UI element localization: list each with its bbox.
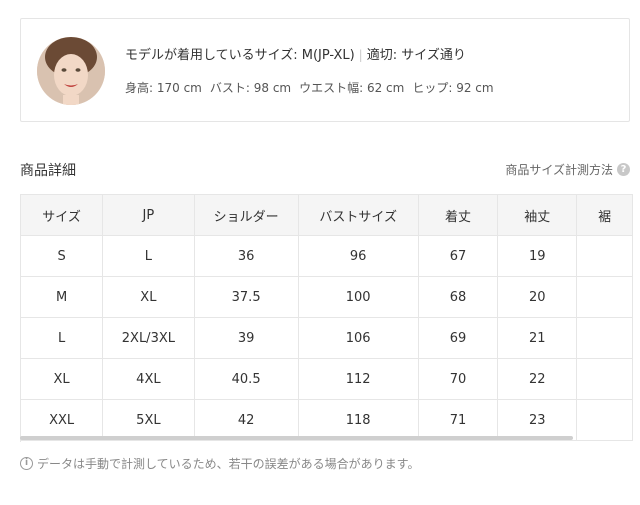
table-cell: [576, 399, 633, 441]
model-bust: バスト: 98 cm: [209, 81, 292, 95]
model-avatar: [37, 37, 105, 105]
header-length: 着丈: [418, 195, 499, 236]
table-cell: 67: [418, 235, 499, 277]
table-cell: 42: [194, 399, 299, 441]
table-cell: [576, 235, 633, 277]
table-row: L 2XL/3XL 39 106 69 21: [21, 317, 633, 359]
measurement-note-text: データは手動で計測しているため、若干の誤差がある場合があります。: [37, 457, 420, 471]
table-cell: 112: [298, 358, 419, 400]
info-circle-icon: i: [20, 457, 33, 470]
table-header-row: サイズ JP ショルダー バストサイズ 着丈 袖丈 裾: [21, 195, 633, 236]
size-table-scroll-area[interactable]: サイズ JP ショルダー バストサイズ 着丈 袖丈 裾 S L 36 96 67…: [20, 194, 633, 442]
table-cell: 37.5: [194, 276, 299, 318]
table-cell: L: [21, 317, 104, 359]
table-cell: 118: [298, 399, 419, 441]
table-cell: 106: [298, 317, 419, 359]
model-size-label: モデルが着用しているサイズ: M(JP-XL): [125, 48, 355, 63]
table-cell: 4XL: [102, 358, 195, 400]
table-cell: XL: [21, 358, 104, 400]
table-cell: 22: [497, 358, 578, 400]
table-row: XXL 5XL 42 118 71 23: [21, 399, 633, 441]
section-title: 商品詳細: [20, 163, 76, 179]
header-shoulder: ショルダー: [194, 195, 299, 236]
table-cell: XL: [102, 276, 195, 318]
size-guide-link[interactable]: 商品サイズ計測方法 ?: [505, 161, 630, 178]
table-cell: 21: [497, 317, 578, 359]
table-cell: 5XL: [102, 399, 195, 441]
table-cell: 19: [497, 235, 578, 277]
separator: |: [358, 48, 363, 62]
table-cell: 40.5: [194, 358, 299, 400]
model-measurements: 身高: 170 cm バスト: 98 cm ウエスト幅: 62 cm ヒップ: 92 …: [125, 79, 502, 96]
table-cell: [576, 317, 633, 359]
measurement-note: i データは手動で計測しているため、若干の誤差がある場合があります。: [20, 455, 419, 472]
table-cell: [576, 358, 633, 400]
table-cell: 2XL/3XL: [102, 317, 195, 359]
table-cell: 70: [418, 358, 499, 400]
header-jp: JP: [102, 195, 195, 236]
table-cell: 20: [497, 276, 578, 318]
table-row: XL 4XL 40.5 112 70 22: [21, 358, 633, 400]
table-row: S L 36 96 67 19: [21, 235, 633, 277]
table-cell: 68: [418, 276, 499, 318]
size-table: サイズ JP ショルダー バストサイズ 着丈 袖丈 裾 S L 36 96 67…: [21, 195, 633, 441]
header-size: サイズ: [21, 195, 104, 236]
table-cell: [576, 276, 633, 318]
header-bust: バストサイズ: [298, 195, 419, 236]
model-waist: ウエスト幅: 62 cm: [299, 81, 405, 95]
table-cell: L: [102, 235, 195, 277]
horizontal-scrollbar[interactable]: [20, 436, 573, 440]
header-sleeve: 袖丈: [497, 195, 578, 236]
model-info-card: モデルが着用しているサイズ: M(JP-XL) | 適切: サイズ通り 身高: 17…: [20, 18, 630, 122]
table-cell: 69: [418, 317, 499, 359]
table-cell: 96: [298, 235, 419, 277]
table-cell: 36: [194, 235, 299, 277]
model-wearing-size: モデルが着用しているサイズ: M(JP-XL) | 適切: サイズ通り: [125, 44, 466, 63]
size-guide-label[interactable]: 商品サイズ計測方法: [505, 161, 613, 178]
table-cell: M: [21, 276, 104, 318]
model-fit-label: 適切: サイズ通り: [366, 48, 466, 63]
table-cell: 100: [298, 276, 419, 318]
table-cell: XXL: [21, 399, 104, 441]
table-cell: S: [21, 235, 104, 277]
table-cell: 23: [497, 399, 578, 441]
model-hip: ヒップ: 92 cm: [412, 81, 494, 95]
question-circle-icon[interactable]: ?: [617, 163, 630, 176]
model-height: 身高: 170 cm: [125, 81, 202, 95]
table-cell: 71: [418, 399, 499, 441]
table-row: M XL 37.5 100 68 20: [21, 276, 633, 318]
header-hem: 裾: [576, 195, 633, 236]
table-cell: 39: [194, 317, 299, 359]
